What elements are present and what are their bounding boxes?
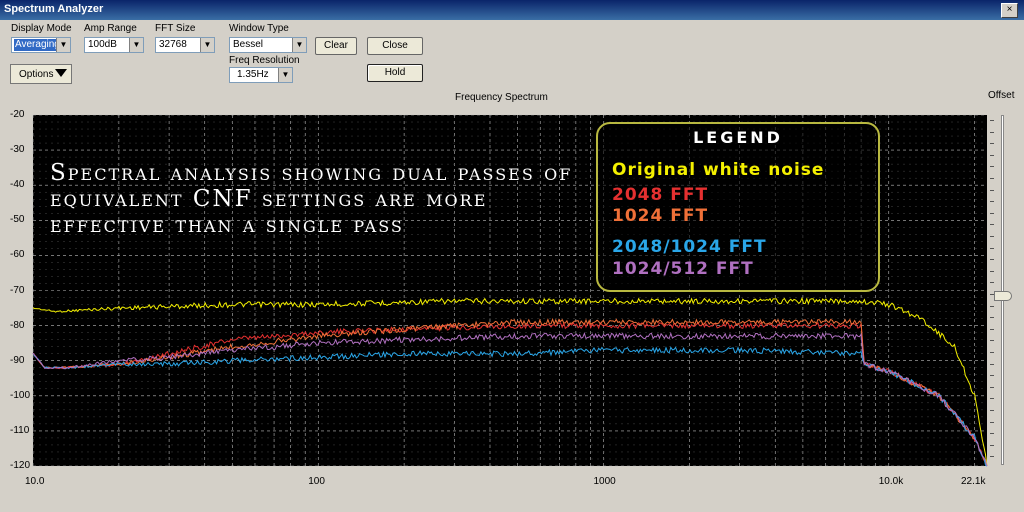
slider-tick [990, 166, 994, 168]
legend-item-2048-fft: 2048 FFT [612, 185, 709, 205]
slider-tick [990, 201, 994, 203]
slider-tick [990, 433, 994, 435]
slider-tick [990, 154, 994, 156]
slider-tick [990, 305, 994, 307]
slider-tick [990, 294, 994, 295]
legend: LEGEND Original white noise 2048 FFT 102… [596, 122, 880, 292]
slider-tick [990, 352, 994, 353]
slider-tick [990, 444, 994, 446]
slider-tick [990, 120, 994, 121]
slider-tick [990, 270, 994, 272]
slider-tick [990, 421, 994, 423]
overlay-annotation: Spectral analysis showing dual passes of… [50, 160, 573, 238]
slider-tick [990, 212, 994, 214]
slider-tick [990, 224, 994, 226]
legend-item-original-white-noise: Original white noise [612, 160, 825, 180]
slider-tick [990, 340, 994, 342]
slider-tick [990, 178, 994, 179]
legend-title: LEGEND [693, 128, 783, 147]
slider-tick [990, 317, 994, 319]
slider-tick [990, 189, 994, 191]
legend-item-2048-1024-fft: 2048/1024 FFT [612, 237, 767, 257]
offset-slider-thumb[interactable] [994, 291, 1012, 301]
offset-slider-track[interactable] [1001, 115, 1004, 465]
slider-tick [990, 363, 994, 365]
slider-tick [990, 282, 994, 284]
slider-tick [990, 247, 994, 249]
slider-tick [990, 259, 994, 261]
slider-tick [990, 131, 994, 133]
slider-tick [990, 398, 994, 400]
slider-tick [990, 143, 994, 145]
slider-tick [990, 386, 994, 388]
slider-tick [990, 456, 994, 458]
slider-tick [990, 375, 994, 377]
slider-tick [990, 410, 994, 411]
slider-tick [990, 236, 994, 237]
legend-item-1024-fft: 1024 FFT [612, 206, 709, 226]
slider-tick [990, 328, 994, 330]
legend-item-1024-512-fft: 1024/512 FFT [612, 259, 754, 279]
